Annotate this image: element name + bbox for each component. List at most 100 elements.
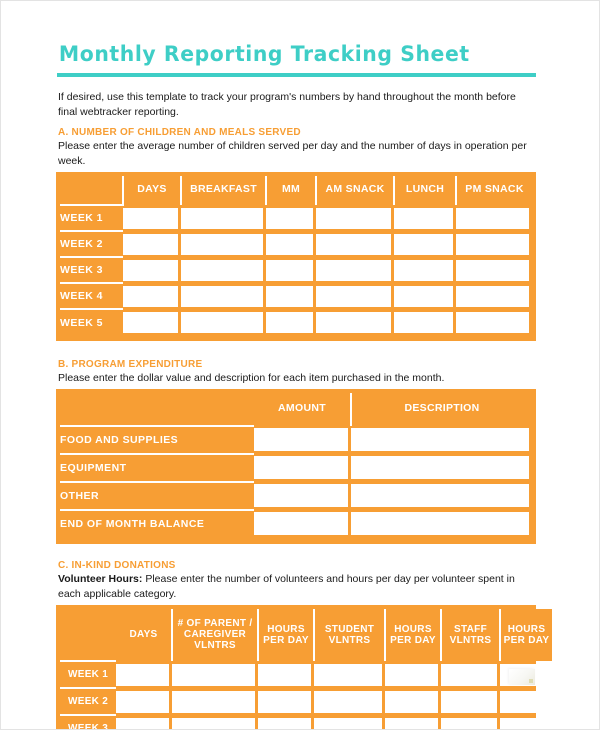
input-box[interactable] <box>254 484 348 508</box>
input-box[interactable] <box>181 233 263 255</box>
cell-week5-mm[interactable] <box>266 309 316 335</box>
cell-week5-breakfast[interactable] <box>181 309 266 335</box>
cell-c-week3-staff-vlntrs[interactable] <box>441 715 500 729</box>
input-box[interactable] <box>123 233 178 255</box>
input-box[interactable] <box>394 233 453 255</box>
input-box[interactable] <box>441 690 497 713</box>
input-box[interactable] <box>266 259 313 281</box>
cell-week5-am-snack[interactable] <box>316 309 394 335</box>
cell-other-amount[interactable] <box>254 482 351 510</box>
input-box[interactable] <box>123 285 178 307</box>
input-box[interactable] <box>116 690 169 713</box>
cell-c-week3-hours-1[interactable] <box>258 715 314 729</box>
cell-week3-days[interactable] <box>123 257 181 283</box>
input-box[interactable] <box>316 207 391 229</box>
cell-balance-description[interactable] <box>351 510 532 538</box>
input-box[interactable] <box>123 207 178 229</box>
input-box[interactable] <box>456 311 529 333</box>
cell-c-week1-hours-2[interactable] <box>385 661 441 688</box>
input-box[interactable] <box>116 717 169 729</box>
cell-week4-pm-snack[interactable] <box>456 283 532 309</box>
input-box[interactable] <box>181 259 263 281</box>
cell-week1-lunch[interactable] <box>394 205 456 231</box>
cell-week1-am-snack[interactable] <box>316 205 394 231</box>
input-box[interactable] <box>266 207 313 229</box>
input-box[interactable] <box>456 233 529 255</box>
cell-c-week2-parent-vlntrs[interactable] <box>172 688 258 715</box>
cell-c-week3-days[interactable] <box>116 715 172 729</box>
input-box[interactable] <box>441 663 497 686</box>
input-box[interactable] <box>394 311 453 333</box>
input-box[interactable] <box>258 717 311 729</box>
input-box[interactable] <box>266 233 313 255</box>
input-box[interactable] <box>316 311 391 333</box>
input-box[interactable] <box>258 690 311 713</box>
input-box[interactable] <box>394 285 453 307</box>
cell-other-description[interactable] <box>351 482 532 510</box>
input-box[interactable] <box>500 717 549 729</box>
cell-c-week2-days[interactable] <box>116 688 172 715</box>
cell-c-week2-staff-vlntrs[interactable] <box>441 688 500 715</box>
cell-c-week3-student-vlntrs[interactable] <box>314 715 385 729</box>
cell-week3-breakfast[interactable] <box>181 257 266 283</box>
cell-week3-pm-snack[interactable] <box>456 257 532 283</box>
input-box[interactable] <box>351 512 529 536</box>
cell-week3-mm[interactable] <box>266 257 316 283</box>
cell-week2-breakfast[interactable] <box>181 231 266 257</box>
input-box[interactable] <box>172 690 255 713</box>
input-box[interactable] <box>351 484 529 508</box>
cell-week1-pm-snack[interactable] <box>456 205 532 231</box>
cell-c-week2-hours-3[interactable] <box>500 688 552 715</box>
cell-week4-lunch[interactable] <box>394 283 456 309</box>
input-box[interactable] <box>314 690 382 713</box>
cell-week4-breakfast[interactable] <box>181 283 266 309</box>
input-box[interactable] <box>316 259 391 281</box>
cell-food-amount[interactable] <box>254 426 351 454</box>
cell-week2-days[interactable] <box>123 231 181 257</box>
cell-week4-am-snack[interactable] <box>316 283 394 309</box>
cell-week1-mm[interactable] <box>266 205 316 231</box>
cell-c-week1-hours-1[interactable] <box>258 661 314 688</box>
input-box[interactable] <box>316 233 391 255</box>
cell-week3-am-snack[interactable] <box>316 257 394 283</box>
cell-week5-pm-snack[interactable] <box>456 309 532 335</box>
cell-week4-days[interactable] <box>123 283 181 309</box>
cell-week1-breakfast[interactable] <box>181 205 266 231</box>
cell-week2-pm-snack[interactable] <box>456 231 532 257</box>
input-box[interactable] <box>456 207 529 229</box>
cell-equipment-amount[interactable] <box>254 454 351 482</box>
cell-c-week3-parent-vlntrs[interactable] <box>172 715 258 729</box>
cell-week5-days[interactable] <box>123 309 181 335</box>
input-box[interactable] <box>394 259 453 281</box>
cell-c-week1-staff-vlntrs[interactable] <box>441 661 500 688</box>
input-box[interactable] <box>181 311 263 333</box>
input-box[interactable] <box>181 207 263 229</box>
input-box[interactable] <box>385 663 438 686</box>
cell-balance-amount[interactable] <box>254 510 351 538</box>
input-box[interactable] <box>172 717 255 729</box>
input-box[interactable] <box>254 456 348 480</box>
input-box[interactable] <box>314 717 382 729</box>
input-box[interactable] <box>385 690 438 713</box>
input-box[interactable] <box>181 285 263 307</box>
input-box[interactable] <box>254 512 348 536</box>
cell-c-week2-student-vlntrs[interactable] <box>314 688 385 715</box>
cell-equipment-description[interactable] <box>351 454 532 482</box>
input-box[interactable] <box>266 285 313 307</box>
cell-c-week1-student-vlntrs[interactable] <box>314 661 385 688</box>
input-box[interactable] <box>254 428 348 452</box>
input-box[interactable] <box>116 663 169 686</box>
input-box[interactable] <box>394 207 453 229</box>
input-box[interactable] <box>314 663 382 686</box>
input-box[interactable] <box>441 717 497 729</box>
cell-week2-lunch[interactable] <box>394 231 456 257</box>
cell-c-week2-hours-1[interactable] <box>258 688 314 715</box>
input-box[interactable] <box>172 663 255 686</box>
cell-food-description[interactable] <box>351 426 532 454</box>
input-box[interactable] <box>351 428 529 452</box>
input-box[interactable] <box>123 311 178 333</box>
input-box[interactable] <box>266 311 313 333</box>
input-box[interactable] <box>456 259 529 281</box>
cell-week1-days[interactable] <box>123 205 181 231</box>
input-box[interactable] <box>500 690 549 713</box>
